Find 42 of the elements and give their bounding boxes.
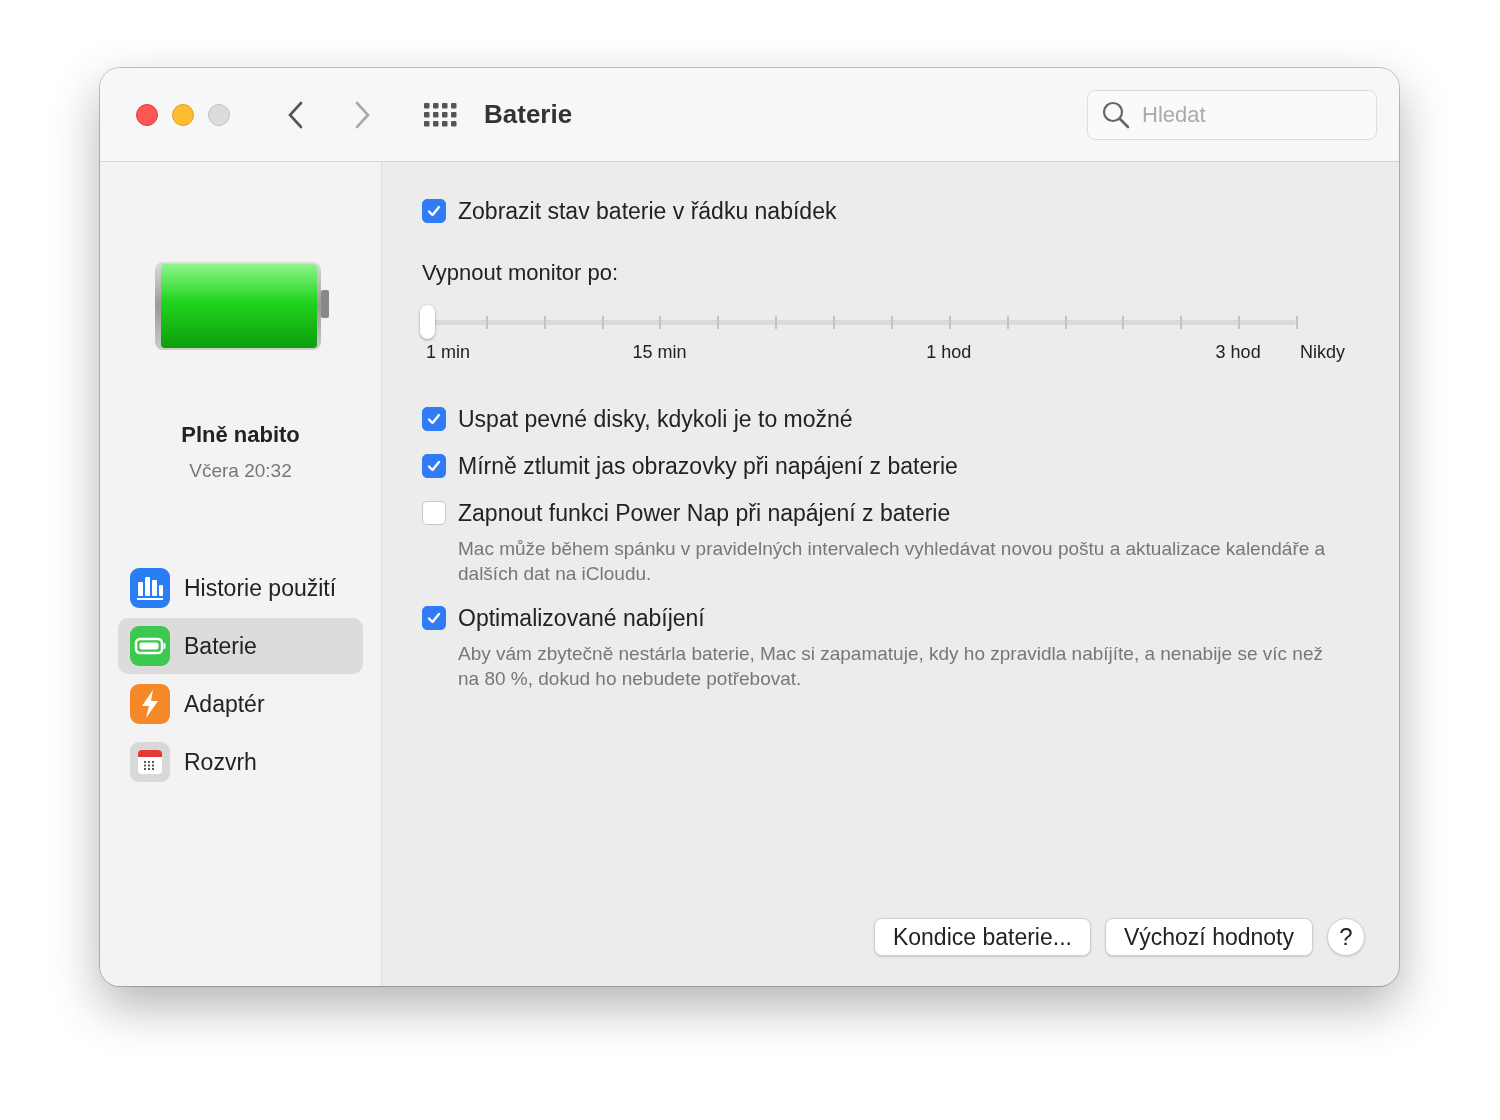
- push-button[interactable]: Výchozí hodnoty: [1104, 918, 1313, 956]
- checkbox-label: Zobrazit stav baterie v řádku nabídek: [458, 197, 837, 225]
- search-icon: [1101, 99, 1131, 130]
- checkbox-label: Optimalizované nabíjení: [458, 604, 705, 632]
- search-field[interactable]: Hledat: [1087, 89, 1377, 140]
- tick-label: 15 min: [632, 342, 687, 363]
- checkbox[interactable]: [422, 407, 446, 431]
- sidebar-item[interactable]: Historie použití: [118, 560, 363, 616]
- lightning-icon: [130, 684, 170, 724]
- tick-label: Nikdy: [1300, 342, 1345, 363]
- tick-label: 3 hod: [1215, 342, 1261, 363]
- checkbox[interactable]: [422, 199, 446, 223]
- checkbox[interactable]: [422, 501, 446, 525]
- push-button[interactable]: Kondice baterie...: [873, 918, 1091, 956]
- sidebar-item[interactable]: Baterie: [118, 618, 363, 674]
- last-charged-time: Včera 20:32: [189, 460, 292, 482]
- window-title: Baterie: [484, 99, 573, 130]
- option-description: Aby vám zbytečně nestárla baterie, Mac si zapamatuje, kdy ho zpravidla nabíjíte, a nenabije se víc než na 80 %, dokud ho nebudete potřebovat.: [458, 642, 1324, 691]
- tick-label: 1 hod: [926, 342, 972, 363]
- bar-chart-icon: [130, 568, 170, 608]
- grid-icon[interactable]: [424, 102, 458, 127]
- checkmark-icon: [426, 203, 442, 219]
- checkbox-label: Uspat pevné disky, kdykoli je to možné: [458, 405, 853, 433]
- checkbox-label: Mírně ztlumit jas obrazovky při napájení z baterie: [458, 452, 958, 480]
- sidebar-item[interactable]: Adaptér: [118, 676, 363, 732]
- checkbox[interactable]: [422, 454, 446, 478]
- checkbox[interactable]: [422, 606, 446, 630]
- tick-label: 1 min: [426, 342, 470, 363]
- checkmark-icon: [426, 458, 442, 474]
- option-description: Mac může během spánku v pravidelných intervalech vyhledávat novou poštu a aktualizace kalendáře a dalších dat na iCloudu.: [458, 537, 1327, 586]
- checkmark-icon: [426, 610, 442, 626]
- sidebar-item[interactable]: Rozvrh: [118, 734, 363, 790]
- minimize-button[interactable]: [172, 103, 194, 126]
- close-button[interactable]: [136, 103, 158, 126]
- battery-status: Plně nabito: [181, 422, 300, 448]
- checkmark-icon: [426, 411, 442, 427]
- checkbox-label: Zapnout funkci Power Nap při napájení z baterie: [458, 499, 951, 527]
- slider-label: Vypnout monitor po:: [422, 260, 620, 286]
- slider-thumb[interactable]: [420, 305, 435, 339]
- calendar-icon: [130, 742, 170, 782]
- battery-icon: [130, 626, 170, 666]
- help-button[interactable]: ?: [1327, 918, 1365, 956]
